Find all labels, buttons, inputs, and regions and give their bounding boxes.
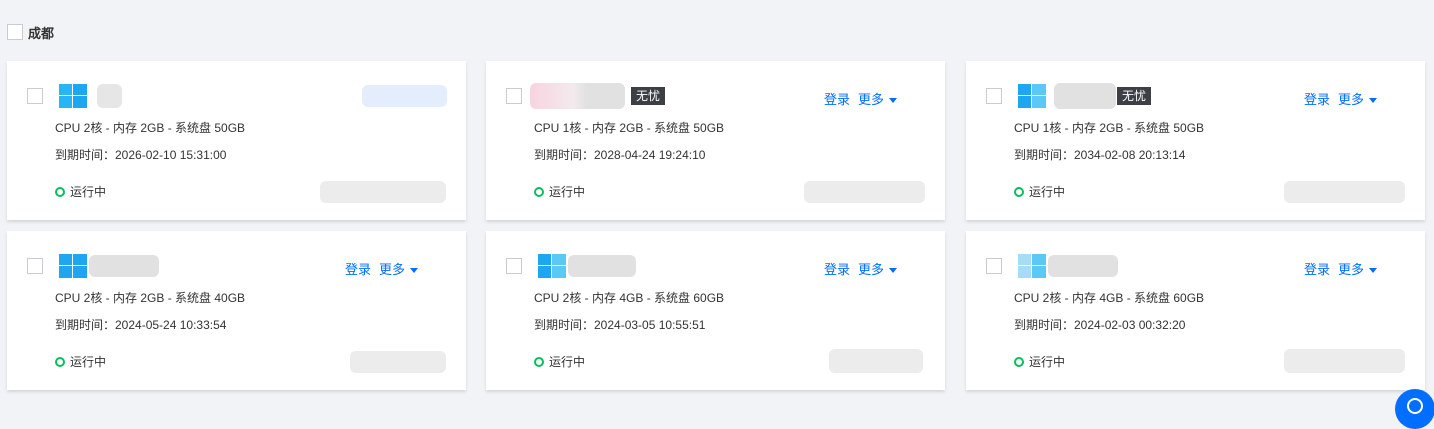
instance-card: 登录 更多 CPU 2核 - 内存 4GB - 系统盘 60GB 到期时间：20… xyxy=(966,231,1425,390)
instance-checkbox[interactable] xyxy=(986,258,1002,274)
instance-card: 无忧 登录 更多 CPU 1核 - 内存 2GB - 系统盘 50GB 到期时间… xyxy=(966,61,1425,220)
expire-time: 到期时间：2026-02-10 15:31:00 xyxy=(55,148,227,162)
status-indicator: 运行中 xyxy=(1014,353,1065,370)
more-dropdown[interactable]: 更多 xyxy=(379,259,418,278)
caret-down-icon xyxy=(410,268,418,274)
caret-down-icon xyxy=(889,268,897,274)
instance-card: CPU 2核 - 内存 2GB - 系统盘 50GB 到期时间：2026-02-… xyxy=(7,61,466,220)
instance-spec: CPU 2核 - 内存 2GB - 系统盘 50GB xyxy=(55,121,246,135)
status-text: 运行中 xyxy=(549,355,586,369)
region-header: 成都 xyxy=(7,23,54,41)
windows-icon xyxy=(1018,84,1046,108)
more-label: 更多 xyxy=(857,92,884,107)
instance-spec: CPU 2核 - 内存 2GB - 系统盘 40GB xyxy=(55,291,246,305)
instance-card: 登录 更多 CPU 2核 - 内存 2GB - 系统盘 40GB 到期时间：20… xyxy=(7,231,466,390)
redacted-instance-name xyxy=(97,84,122,108)
windows-icon xyxy=(59,254,87,278)
card-actions: 登录 更多 xyxy=(824,89,897,108)
expire-time: 到期时间：2034-02-08 20:13:14 xyxy=(1014,148,1186,162)
instance-checkbox[interactable] xyxy=(506,88,522,104)
status-text: 运行中 xyxy=(70,185,107,199)
region-label: 成都 xyxy=(28,25,55,41)
redacted-instance-name xyxy=(568,255,636,277)
instance-card: 登录 更多 CPU 2核 - 内存 4GB - 系统盘 60GB 到期时间：20… xyxy=(486,231,945,390)
status-running-icon xyxy=(55,186,65,197)
windows-icon xyxy=(538,254,566,278)
status-indicator: 运行中 xyxy=(55,353,106,370)
redacted-info xyxy=(829,349,923,373)
more-label: 更多 xyxy=(1337,262,1364,277)
more-dropdown[interactable]: 更多 xyxy=(1338,89,1377,108)
more-dropdown[interactable]: 更多 xyxy=(1338,259,1377,278)
status-indicator: 运行中 xyxy=(534,353,585,370)
login-link[interactable]: 登录 xyxy=(824,259,850,278)
instance-spec: CPU 1核 - 内存 2GB - 系统盘 50GB xyxy=(534,121,725,135)
status-running-icon xyxy=(534,186,544,197)
redacted-ip xyxy=(362,85,447,107)
region-select-all-checkbox[interactable] xyxy=(7,24,23,40)
floating-help-button[interactable] xyxy=(1395,389,1434,429)
status-running-icon xyxy=(1014,356,1024,367)
status-indicator: 运行中 xyxy=(55,183,106,200)
instance-checkbox[interactable] xyxy=(27,88,43,104)
login-link[interactable]: 登录 xyxy=(1304,259,1330,278)
redacted-info xyxy=(320,181,446,203)
status-text: 运行中 xyxy=(70,355,107,369)
status-text: 运行中 xyxy=(549,185,586,199)
redacted-info xyxy=(1284,181,1405,203)
instance-spec: CPU 2核 - 内存 4GB - 系统盘 60GB xyxy=(1014,291,1205,305)
login-link[interactable]: 登录 xyxy=(345,259,371,278)
card-actions: 登录 更多 xyxy=(1304,259,1377,278)
card-actions: 登录 更多 xyxy=(345,259,418,278)
status-text: 运行中 xyxy=(1029,355,1066,369)
status-indicator: 运行中 xyxy=(534,183,585,200)
more-label: 更多 xyxy=(1337,92,1364,107)
caret-down-icon xyxy=(1369,98,1377,104)
instance-spec: CPU 1核 - 内存 2GB - 系统盘 50GB xyxy=(1014,121,1205,135)
more-label: 更多 xyxy=(857,262,884,277)
expire-time: 到期时间：2028-04-24 19:24:10 xyxy=(534,148,706,162)
instance-checkbox[interactable] xyxy=(27,258,43,274)
instance-checkbox[interactable] xyxy=(506,258,522,274)
status-running-icon xyxy=(1014,186,1024,197)
card-actions: 登录 更多 xyxy=(824,259,897,278)
more-label: 更多 xyxy=(378,262,405,277)
redacted-info xyxy=(350,351,446,373)
expire-time: 到期时间：2024-02-03 00:32:20 xyxy=(1014,318,1186,332)
status-text: 运行中 xyxy=(1029,185,1066,199)
redacted-instance-name xyxy=(1054,83,1116,109)
windows-icon xyxy=(59,84,87,108)
caret-down-icon xyxy=(1369,268,1377,274)
login-link[interactable]: 登录 xyxy=(1304,89,1330,108)
redacted-info xyxy=(1284,349,1405,373)
status-running-icon xyxy=(55,356,65,367)
redacted-instance-name xyxy=(89,255,159,277)
worry-free-badge: 无忧 xyxy=(631,87,666,105)
card-actions: 登录 更多 xyxy=(1304,89,1377,108)
redacted-info xyxy=(804,181,925,203)
more-dropdown[interactable]: 更多 xyxy=(858,89,897,108)
windows-icon xyxy=(1018,254,1046,278)
worry-free-badge: 无忧 xyxy=(1117,87,1152,105)
instance-spec: CPU 2核 - 内存 4GB - 系统盘 60GB xyxy=(534,291,725,305)
status-running-icon xyxy=(534,356,544,367)
expire-time: 到期时间：2024-05-24 10:33:54 xyxy=(55,318,227,332)
expire-time: 到期时间：2024-03-05 10:55:51 xyxy=(534,318,706,332)
status-indicator: 运行中 xyxy=(1014,183,1065,200)
redacted-instance-name xyxy=(530,83,625,109)
instance-checkbox[interactable] xyxy=(986,88,1002,104)
more-dropdown[interactable]: 更多 xyxy=(858,259,897,278)
redacted-instance-name xyxy=(1048,255,1118,277)
caret-down-icon xyxy=(889,98,897,104)
instance-card: 无忧 登录 更多 CPU 1核 - 内存 2GB - 系统盘 50GB 到期时间… xyxy=(486,61,945,220)
login-link[interactable]: 登录 xyxy=(824,89,850,108)
